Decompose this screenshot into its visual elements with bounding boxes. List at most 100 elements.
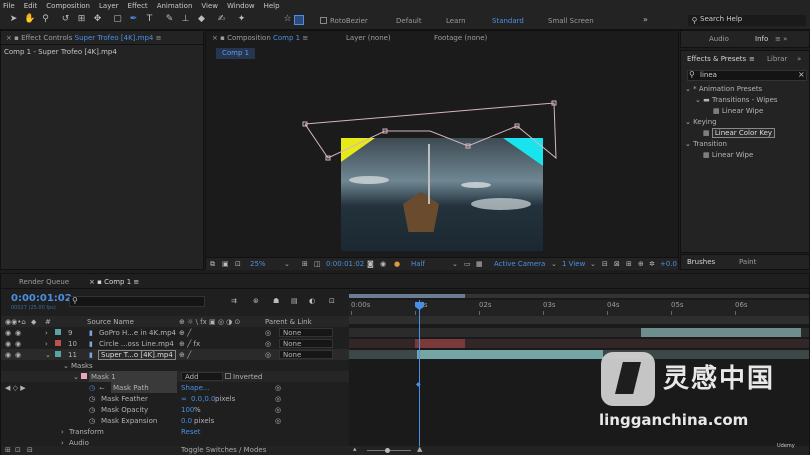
tree-item-animation-presets[interactable]: ⌄ * Animation Presets [685,85,762,93]
layer-name[interactable]: GoPro H...e in 4K.mp4 [99,329,176,337]
workspace-learn[interactable]: Learn [446,17,466,25]
stopwatch-icon[interactable]: ◷ [89,417,95,425]
shy-layers-icon[interactable]: ☗ [273,297,279,305]
mask-row[interactable]: ⌄ Mask 1 Add Inverted [1,371,349,382]
collapse-icon[interactable]: ⌄ [63,362,69,370]
motion-blur-icon[interactable]: ◐ [309,297,315,305]
work-area-range[interactable] [349,316,809,324]
camera-select[interactable]: Active Camera [494,260,545,268]
pickwhip-icon[interactable]: ◎ [265,329,271,337]
mask-name[interactable]: Mask 1 [89,371,177,382]
transparency-grid-icon[interactable]: ▦ [476,260,483,268]
menu-view[interactable]: View [201,2,218,10]
transform-reset[interactable]: Reset [181,428,201,436]
always-preview-icon[interactable]: ⧉ [210,260,215,269]
tree-item-linear-wipe-effect[interactable]: ▦ Linear Wipe [703,151,753,159]
clone-stamp-tool-icon[interactable]: ⊥ [180,14,191,25]
transform-row[interactable]: › Transform Reset [1,426,349,437]
snapshot-icon[interactable]: ◙ [367,260,374,268]
show-snapshot-icon[interactable]: ◉ [380,260,386,268]
menu-file[interactable]: File [3,2,15,10]
source-name-header[interactable]: Source Name [87,318,134,326]
expand-icon[interactable]: › [45,340,48,348]
comp-settings-icon[interactable]: ⊞ [5,446,11,454]
label-color[interactable] [55,340,61,346]
effects-presets-tab[interactable]: Effects & Presets [687,55,746,63]
type-tool-icon[interactable]: T [144,14,155,25]
tree-item-linear-wipe-preset[interactable]: ▦ Linear Wipe [713,107,763,115]
mask-visibility-icon[interactable]: ◫ [314,260,321,268]
visibility-icon[interactable]: ◉ [5,329,11,337]
current-time-indicator[interactable] [419,300,420,446]
fill-color-swatch[interactable] [294,15,304,25]
keyframe-nav-icon[interactable]: ◀ ◇ ▶ [5,384,26,392]
grid-icon[interactable]: ⊞ [302,260,308,268]
effect-controls-tab[interactable]: × ▪ Effect Controls Super Trofeo [4K].mp… [6,34,161,42]
audio-icon[interactable]: ◉ [15,340,21,348]
masks-group-row[interactable]: ⌄ Masks [1,360,349,371]
zoom-slider-handle[interactable] [385,448,390,453]
layer-switches-icon[interactable]: ⊕ ╱ [179,329,191,337]
mask-color[interactable] [81,373,87,379]
viewer-timecode[interactable]: 0:00:01:02 [326,260,364,268]
rotate-tool-icon[interactable]: ↺ [60,14,71,25]
layer-row-selected[interactable]: ◉ ◉ ⌄ 11 ▮ Super T...o [4K].mp4 ⊕ ╱ ◎ No… [1,349,349,360]
mask-property-row[interactable]: ◷ Mask Feather ∞ 0.0,0.0 pixels ◎ [1,393,349,404]
zoom-out-icon[interactable]: ▴ [353,445,357,453]
roto-brush-tool-icon[interactable]: ✍ [216,14,227,25]
tree-item-transitions-wipes[interactable]: ⌄ ▬ Transitions - Wipes [695,96,778,104]
panel-menu-icon[interactable]: ≡ [749,55,755,63]
mask-property-row[interactable]: ◀ ◇ ▶ ◷ ⌙ Mask Path Shape... ◎ [1,382,349,393]
workspace-standard[interactable]: Standard [492,17,524,25]
clear-search-icon[interactable]: × [798,70,805,79]
exposure-icon[interactable]: ✲ [649,260,655,268]
expand-icon[interactable]: › [61,428,64,436]
resolution-select[interactable]: Half [411,260,425,268]
fast-preview-icon[interactable]: ▭ [464,260,471,268]
mask-property-value[interactable]: 0.0 [181,417,192,425]
pickwhip-icon[interactable]: ◎ [275,406,281,414]
pickwhip-icon[interactable]: ◎ [265,351,271,359]
layer-11-bar-highlight[interactable] [417,350,603,359]
zoom-tool-icon[interactable]: ⚲ [40,14,51,25]
more-workspaces-icon[interactable]: » [640,14,651,25]
tree-item-transition[interactable]: ⌄ Transition [685,140,727,148]
rectangle-tool-icon[interactable]: ▢ [112,14,123,25]
layer-switches-icon[interactable]: ⊕ ╱ fx [179,340,200,348]
timeline-search-input[interactable] [69,296,205,307]
parent-header[interactable]: Parent & Link [265,318,312,326]
tree-item-linear-color-key[interactable]: ▦ Linear Color Key [703,128,776,138]
panel-menu-icon[interactable]: ≡ » [775,35,787,43]
collapse-icon[interactable]: ⌄ [45,351,51,359]
toggle-switches-modes[interactable]: Toggle Switches / Modes [181,446,266,454]
pan-behind-tool-icon[interactable]: ✥ [92,14,103,25]
stopwatch-icon[interactable]: ◷ [89,395,95,403]
pickwhip-icon[interactable]: ◎ [275,395,281,403]
reset-exposure-icon[interactable]: ⊟ [602,260,608,268]
effects-search-input[interactable]: linea [687,70,807,81]
work-area-bar[interactable] [349,294,465,298]
stopwatch-icon[interactable]: ◷ [89,406,95,414]
color-channel-icon[interactable]: ● [394,260,400,268]
3d-view-icon[interactable]: ⊕ [638,260,644,268]
render-queue-tab[interactable]: Render Queue [19,278,69,286]
menu-window[interactable]: Window [227,2,255,10]
draft-3d-icon[interactable]: ⊛ [253,297,259,305]
mask-path-overlay[interactable] [206,31,680,271]
search-help-input[interactable]: Search Help [688,15,806,26]
collapse-icon[interactable]: ⌄ [73,373,79,381]
layer-name[interactable]: Circle ...oss Line.mp4 [99,340,174,348]
selection-tool-icon[interactable]: ➤ [8,14,19,25]
layer-row[interactable]: ◉ ◉ › 9 ▮ GoPro H...e in 4K.mp4 ⊕ ╱ ◎ No… [1,327,349,338]
menu-help[interactable]: Help [264,2,280,10]
parent-select[interactable]: None [279,350,333,359]
layer-switches-icon[interactable]: ⊕ ╱ [179,351,191,359]
paint-tab[interactable]: Paint [739,258,756,266]
libraries-tab[interactable]: Librar [767,55,787,63]
graph-editor-icon[interactable]: ⊡ [329,297,335,305]
info-tab[interactable]: Info [755,35,768,43]
workspace-small-screen[interactable]: Small Screen [548,17,594,25]
camera-tool-icon[interactable]: ⊞ [76,14,87,25]
mask-property-value[interactable]: 100 [181,406,194,414]
mask-property-value[interactable]: Shape... [181,384,210,392]
